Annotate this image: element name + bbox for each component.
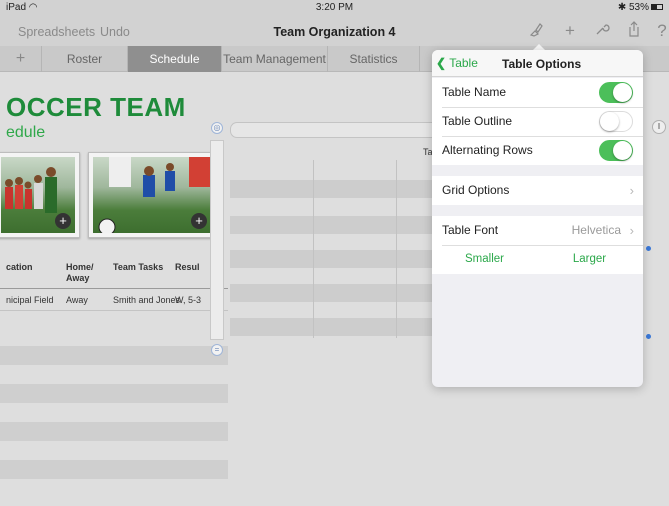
table-options-popover: ❮ Table Table Options Table Name Table O… (432, 50, 643, 387)
table-row[interactable] (0, 422, 228, 441)
grid-options-row[interactable]: Grid Options › (432, 176, 643, 205)
alternating-rows-label: Alternating Rows (442, 143, 533, 157)
grid-options-group: Grid Options › (432, 176, 643, 205)
alternating-rows-row[interactable]: Alternating Rows (432, 136, 643, 165)
table-outline-label: Table Outline (442, 114, 513, 128)
back-to-table-button[interactable]: ❮ Table (436, 56, 478, 70)
col-header-home-away[interactable]: Home/ Away (66, 262, 94, 284)
table-row[interactable] (230, 284, 435, 302)
table-outline-row[interactable]: Table Outline (432, 107, 643, 136)
table-row[interactable] (230, 250, 435, 268)
row-divider (0, 310, 228, 311)
cell-home-away[interactable]: Away (66, 295, 88, 305)
chevron-right-icon: › (629, 183, 634, 198)
status-bar: iPad ◠ 3:20 PM ✱ 53% (0, 0, 669, 16)
larger-font-button[interactable]: Larger (537, 245, 642, 274)
cell-team-tasks[interactable]: Smith and Jones (113, 295, 180, 305)
popover-title: Table Options (502, 57, 582, 71)
tab-schedule[interactable]: Schedule (128, 46, 222, 72)
grid-line (313, 160, 314, 338)
add-sheet-button[interactable]: + (0, 46, 42, 72)
tab-roster[interactable]: Roster (42, 46, 128, 72)
col-header-result[interactable]: Resul (175, 262, 200, 273)
tab-team-management[interactable]: Team Management (222, 46, 328, 72)
table-toggles-group: Table Name Table Outline Alternating Row… (432, 78, 643, 165)
table-name-toggle[interactable] (599, 82, 633, 103)
team-photo-2[interactable]: + (88, 152, 216, 238)
sheet-subtitle[interactable]: edule (6, 124, 45, 142)
table-row[interactable] (230, 318, 435, 336)
col-header-location[interactable]: cation (6, 262, 33, 273)
battery-icon (651, 4, 663, 11)
photo-image: + (1, 157, 75, 233)
table-font-group: Table Font Helvetica › Smaller Larger (432, 216, 643, 274)
chevron-right-icon: › (629, 223, 634, 238)
bluetooth-icon: ✱ (617, 2, 627, 13)
table-move-handle[interactable]: ◎ (211, 122, 223, 134)
header-divider (0, 288, 228, 289)
popover-header: ❮ Table Table Options (432, 50, 643, 77)
table-row[interactable] (0, 460, 228, 479)
table-font-value: Helvetica (571, 223, 621, 237)
selection-handle[interactable] (646, 246, 651, 251)
table-row[interactable] (0, 384, 228, 403)
tab-statistics[interactable]: Statistics (328, 46, 420, 72)
table-row[interactable] (0, 346, 228, 365)
add-icon[interactable]: + (560, 21, 580, 41)
alternating-rows-toggle[interactable] (599, 140, 633, 161)
team-photo-1[interactable]: + (0, 152, 80, 238)
table-name-label: Table Name (442, 85, 507, 99)
photo-add-button[interactable]: + (191, 213, 207, 229)
wrench-icon[interactable] (592, 21, 612, 42)
grid-options-label: Grid Options (442, 183, 510, 197)
table-font-label: Table Font (442, 223, 499, 237)
paintbrush-icon[interactable] (527, 21, 547, 42)
column-resize-handle[interactable] (210, 140, 224, 340)
share-icon[interactable] (624, 21, 644, 42)
col-header-team-tasks[interactable]: Team Tasks (113, 262, 163, 273)
table-row[interactable] (230, 216, 435, 234)
battery-indicator: ✱ 53% (618, 2, 663, 13)
photo-add-button[interactable]: + (55, 213, 71, 229)
row-count-handle[interactable]: = (211, 344, 223, 356)
font-size-row: Smaller Larger (432, 245, 643, 274)
cell-location[interactable]: nicipal Field (6, 295, 54, 305)
chevron-left-icon: ❮ (436, 56, 447, 70)
table-column-bar[interactable] (230, 122, 435, 138)
sheet-title[interactable]: OCCER TEAM (6, 92, 186, 123)
table-font-row[interactable]: Table Font Helvetica › (432, 216, 643, 245)
grid-line (396, 160, 397, 338)
table-row[interactable] (230, 180, 435, 198)
column-count-handle[interactable]: ‖ (652, 120, 666, 134)
table-outline-toggle[interactable] (599, 111, 633, 132)
photo-image: + (93, 157, 211, 233)
clock: 3:20 PM (315, 2, 354, 13)
help-button[interactable]: ? (652, 21, 669, 41)
nav-bar: Spreadsheets Undo Team Organization 4 + … (0, 16, 669, 46)
selection-handle[interactable] (646, 334, 651, 339)
smaller-font-button[interactable]: Smaller (432, 245, 537, 274)
table-name-row[interactable]: Table Name (432, 78, 643, 107)
cell-result[interactable]: W, 5-3 (175, 295, 201, 305)
